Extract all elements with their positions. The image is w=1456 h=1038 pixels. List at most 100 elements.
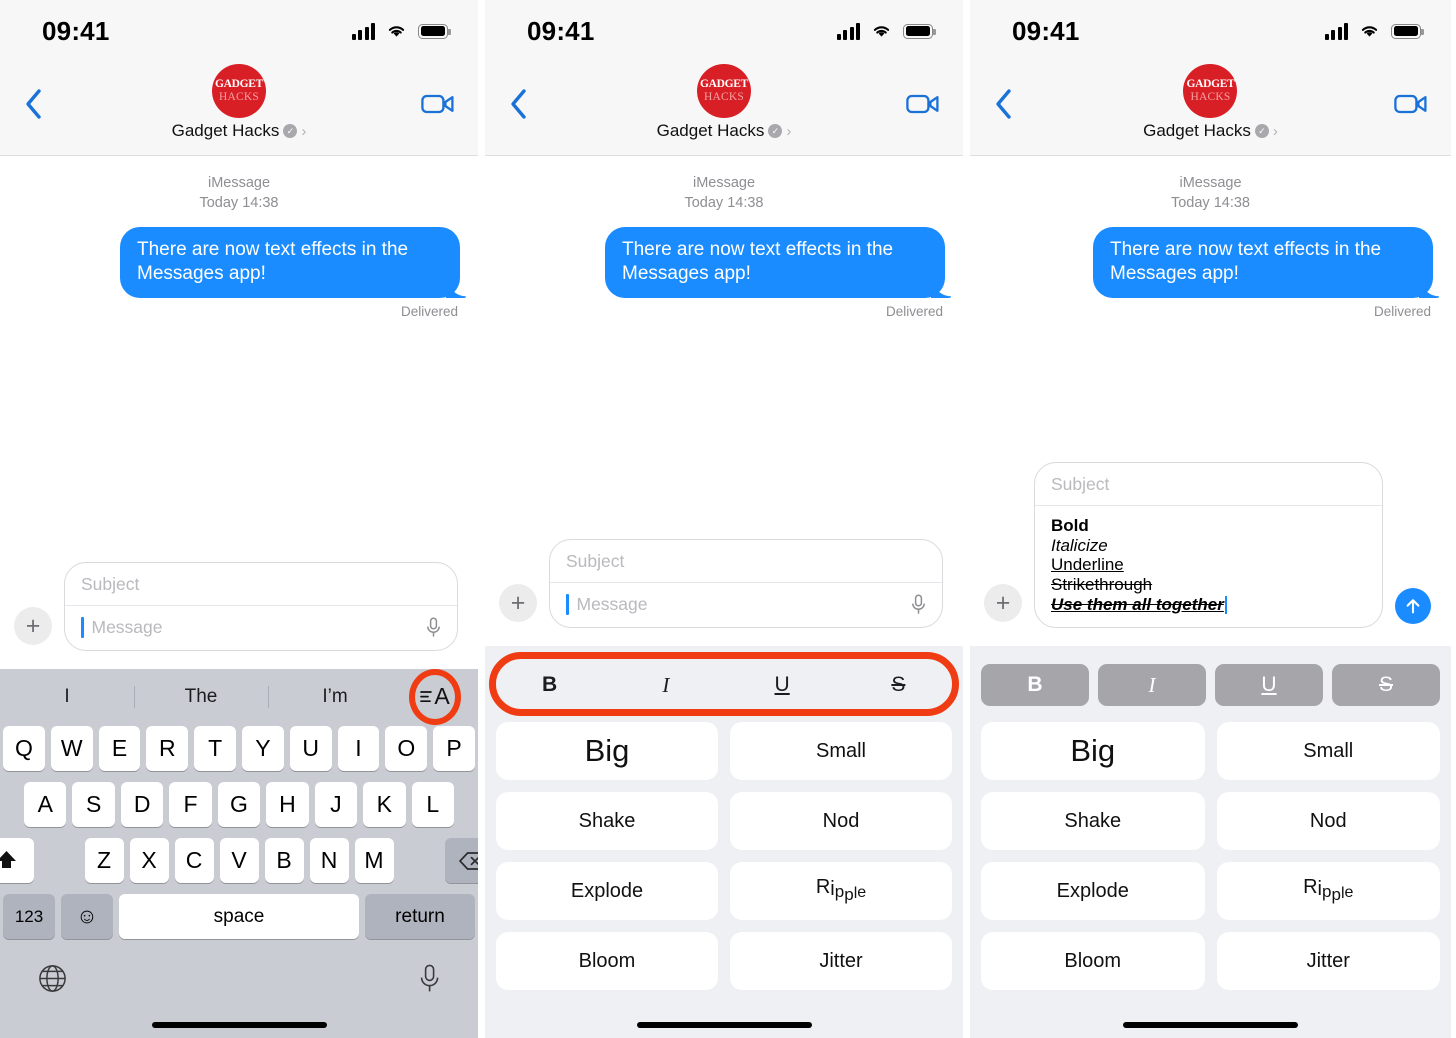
key-x[interactable]: X <box>129 838 169 883</box>
key-c[interactable]: C <box>174 838 214 883</box>
rich-line-all-text: Use them all together <box>1051 595 1224 615</box>
key-l[interactable]: L <box>411 782 454 827</box>
home-indicator[interactable] <box>151 1022 327 1028</box>
effect-big[interactable]: Big <box>981 722 1205 780</box>
subject-input[interactable]: Subject <box>65 563 457 606</box>
prediction-1[interactable]: The <box>134 686 268 708</box>
video-call-button[interactable] <box>418 86 458 122</box>
effect-nod[interactable]: Nod <box>730 792 952 850</box>
emoji-smiley-icon[interactable]: ☺ <box>61 894 113 939</box>
key-b[interactable]: B <box>264 838 304 883</box>
home-indicator[interactable] <box>1123 1022 1298 1028</box>
contact-name-row[interactable]: Gadget Hacks ✓ › <box>1143 121 1278 141</box>
italic-button[interactable]: I <box>612 664 719 706</box>
effect-nod[interactable]: Nod <box>1216 792 1440 850</box>
effect-shake[interactable]: Shake <box>981 792 1205 850</box>
key-q[interactable]: Q <box>3 726 45 771</box>
key-p[interactable]: P <box>433 726 475 771</box>
key-v[interactable]: V <box>219 838 259 883</box>
contact-header[interactable]: GADGET HACKS Gadget Hacks ✓ › <box>1143 64 1278 141</box>
effect-ripple[interactable]: Ripple <box>1216 862 1440 920</box>
sent-message-bubble[interactable]: There are now text effects in the Messag… <box>1093 227 1439 298</box>
dictation-microphone-icon[interactable] <box>419 964 440 998</box>
message-input[interactable]: Message <box>550 583 942 627</box>
subject-input[interactable]: Subject <box>550 540 942 583</box>
effect-bloom[interactable]: Bloom <box>981 932 1205 990</box>
key-a[interactable]: A <box>24 782 67 827</box>
contact-name-row[interactable]: Gadget Hacks ✓ › <box>657 121 792 141</box>
annotation-ring <box>409 668 461 725</box>
effect-jitter[interactable]: Jitter <box>730 932 952 990</box>
contact-header[interactable]: GADGET HACKS Gadget Hacks ✓ › <box>657 64 792 141</box>
contact-header[interactable]: GADGET HACKS Gadget Hacks ✓ › <box>172 64 307 141</box>
key-t[interactable]: T <box>194 726 236 771</box>
effect-shake[interactable]: Shake <box>496 792 718 850</box>
chevron-right-icon: › <box>786 122 792 140</box>
effect-bloom[interactable]: Bloom <box>496 932 718 990</box>
backspace-key[interactable] <box>444 838 478 883</box>
key-f[interactable]: F <box>169 782 212 827</box>
microphone-icon[interactable] <box>911 594 926 615</box>
verified-check-icon: ✓ <box>1254 124 1269 138</box>
italic-button[interactable]: I <box>1098 664 1206 706</box>
strikethrough-button[interactable]: S <box>845 664 952 706</box>
key-d[interactable]: D <box>120 782 164 827</box>
key-e[interactable]: E <box>98 726 141 771</box>
back-button[interactable] <box>499 82 537 126</box>
prediction-0[interactable]: I <box>0 686 134 708</box>
back-button[interactable] <box>14 82 52 126</box>
key-h[interactable]: H <box>266 782 309 827</box>
return-key[interactable]: return <box>365 894 475 939</box>
effect-small[interactable]: Small <box>730 722 952 780</box>
home-indicator-area <box>485 1012 963 1038</box>
effect-jitter[interactable]: Jitter <box>1216 932 1440 990</box>
key-g[interactable]: G <box>217 782 261 827</box>
underline-button[interactable]: U <box>1215 664 1323 706</box>
home-indicator[interactable] <box>636 1022 812 1028</box>
key-y[interactable]: Y <box>242 726 284 771</box>
microphone-icon[interactable] <box>426 617 441 638</box>
text-format-button[interactable]: A <box>402 668 468 725</box>
video-call-button[interactable] <box>1391 86 1431 122</box>
effect-explode[interactable]: Explode <box>496 862 718 920</box>
key-s[interactable]: S <box>72 782 115 827</box>
bold-button[interactable]: B <box>496 664 603 706</box>
message-timestamp: Today 14:38 <box>684 194 764 211</box>
avatar-line-1: GADGET <box>1186 78 1235 90</box>
plus-icon[interactable]: + <box>14 607 52 645</box>
shift-key[interactable] <box>0 838 34 883</box>
video-call-button[interactable] <box>903 86 943 122</box>
contact-name-row[interactable]: Gadget Hacks ✓ › <box>172 121 307 141</box>
space-key[interactable]: space <box>119 894 359 939</box>
back-button[interactable] <box>984 82 1022 126</box>
prediction-2[interactable]: I’m <box>268 686 402 708</box>
key-m[interactable]: M <box>354 838 394 883</box>
key-u[interactable]: U <box>289 726 332 771</box>
subject-input[interactable]: Subject <box>1035 463 1382 506</box>
effect-small[interactable]: Small <box>1216 722 1440 780</box>
effect-big[interactable]: Big <box>496 722 718 780</box>
key-z[interactable]: Z <box>84 838 124 883</box>
key-w[interactable]: W <box>50 726 93 771</box>
key-j[interactable]: J <box>314 782 358 827</box>
effect-ripple[interactable]: Ripple <box>730 862 952 920</box>
bold-button[interactable]: B <box>981 664 1089 706</box>
effect-explode[interactable]: Explode <box>981 862 1205 920</box>
key-i[interactable]: I <box>337 726 380 771</box>
key-o[interactable]: O <box>385 726 428 771</box>
plus-icon[interactable]: + <box>499 584 537 622</box>
sent-message-bubble[interactable]: There are now text effects in the Messag… <box>120 227 466 298</box>
key-r[interactable]: R <box>146 726 189 771</box>
strikethrough-button[interactable]: S <box>1332 664 1440 706</box>
message-input[interactable]: Message <box>65 606 457 650</box>
sent-message-bubble[interactable]: There are now text effects in the Messag… <box>605 227 951 298</box>
plus-icon[interactable]: + <box>984 584 1022 622</box>
text-caret <box>81 617 84 638</box>
send-button[interactable] <box>1395 588 1431 624</box>
numbers-key[interactable]: 123 <box>3 894 55 939</box>
key-n[interactable]: N <box>309 838 349 883</box>
globe-language-icon[interactable] <box>38 964 67 998</box>
key-k[interactable]: K <box>363 782 406 827</box>
message-input-rich[interactable]: Bold Italicize Underline Strikethrough U… <box>1035 506 1382 627</box>
underline-button[interactable]: U <box>729 664 836 706</box>
